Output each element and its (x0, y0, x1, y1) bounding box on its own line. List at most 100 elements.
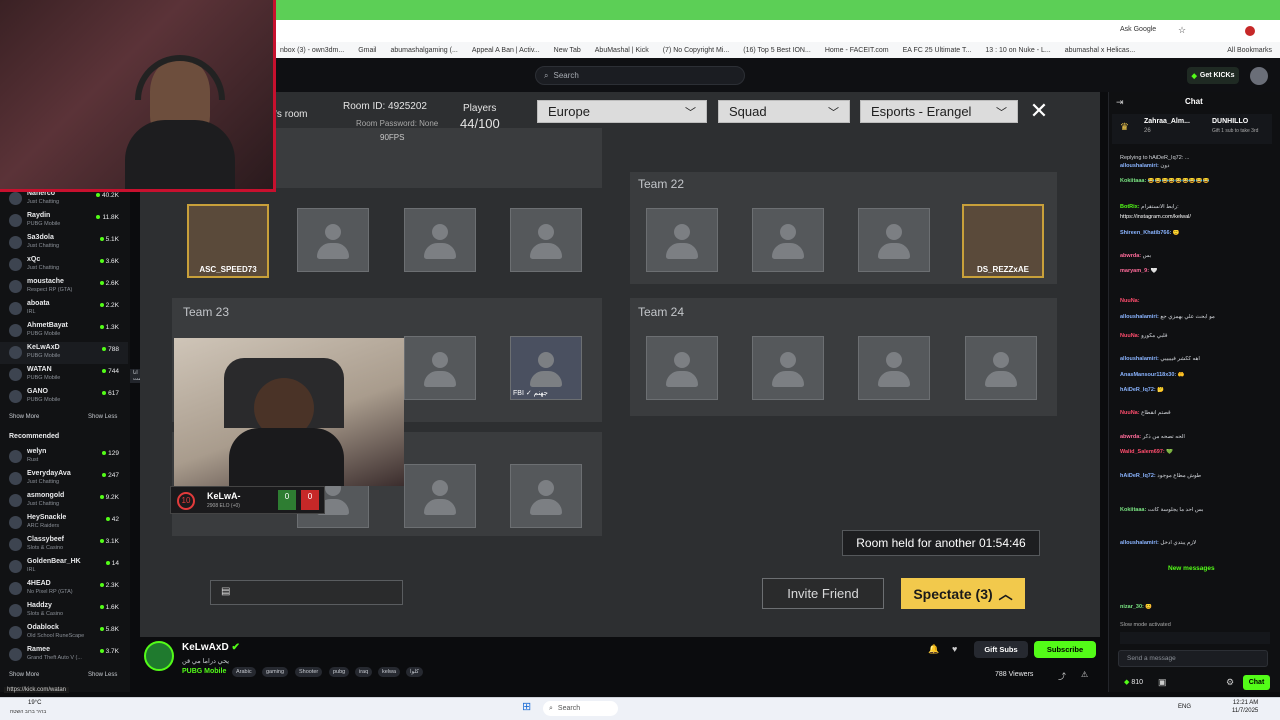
bookmark-item[interactable]: abumashalgaming (... (390, 47, 457, 54)
player-slot[interactable]: FBI ✓ جهنم (510, 336, 582, 400)
bookmark-item[interactable]: abumashal x Helicas... (1065, 47, 1135, 54)
tag[interactable]: Arabic (232, 667, 256, 677)
show-less-link[interactable]: Show Less (88, 672, 117, 678)
invite-friend-button[interactable]: Invite Friend (762, 578, 884, 609)
collapse-chat-icon[interactable]: ⇥ (1116, 97, 1124, 108)
sidebar-channel[interactable]: 4HEAD No Pixel RP (GTA) 2.3K (0, 578, 128, 600)
stream-category[interactable]: PUBG Mobile (182, 668, 226, 675)
empty-slot[interactable] (404, 336, 476, 400)
channel-points[interactable]: ◆ 810 (1124, 678, 1143, 686)
empty-slot[interactable] (510, 464, 582, 528)
star-icon[interactable]: ☆ (1178, 25, 1186, 36)
language-indicator[interactable]: ENG (1178, 704, 1191, 710)
sidebar-channel[interactable]: Ramee Grand Theft Auto V (... 3.7K (0, 644, 128, 666)
windows-start-icon[interactable]: ⊞ (522, 700, 531, 713)
sidebar-channel[interactable]: AhmetBayat PUBG Mobile 1.3K (0, 320, 128, 342)
bookmark-item[interactable]: 13 : 10 on Nuke - L... (985, 47, 1050, 54)
close-icon[interactable]: ✕ (1027, 100, 1051, 124)
bookmark-item[interactable]: Appeal A Ban | Activ... (472, 47, 540, 54)
emote-bar[interactable] (1120, 632, 1270, 644)
share-icon[interactable]: ⤴ (1058, 671, 1066, 682)
bookmark-item[interactable]: nbox (3) - own3dm... (280, 47, 344, 54)
bookmark-item[interactable]: New Tab (554, 47, 581, 54)
empty-slot[interactable] (752, 336, 824, 400)
player-slot[interactable]: DS_REZZxAE (962, 204, 1044, 278)
subscribe-button[interactable]: Subscribe (1034, 641, 1096, 658)
tag[interactable]: iraq (355, 667, 373, 677)
region-dropdown[interactable]: Europe ﹀ (537, 100, 707, 123)
sidebar-channel[interactable]: Sa3dola Just Chatting 5.1K (0, 232, 128, 254)
empty-slot[interactable] (404, 208, 476, 272)
heart-icon[interactable]: ♥ (952, 644, 957, 654)
user-avatar[interactable] (1250, 67, 1268, 85)
bookmark-item[interactable]: AbuMashal | Kick (595, 47, 649, 54)
spectate-button[interactable]: Spectate (3) ︿ (901, 578, 1025, 609)
empty-slot[interactable] (297, 208, 369, 272)
chat-message: BotRix: رابط الانستقرام: (1120, 204, 1179, 210)
gift-icon[interactable]: ▣ (1158, 677, 1167, 688)
sidebar-channel-active[interactable]: KeLwAxD PUBG Mobile 788 (0, 342, 128, 364)
profile-avatar[interactable] (1245, 26, 1255, 36)
get-kicks-button[interactable]: ◆ Get KICKs (1187, 67, 1239, 84)
chat-send-button[interactable]: Chat (1243, 675, 1270, 690)
bookmark-item[interactable]: EA FC 25 Ultimate T... (903, 47, 972, 54)
bookmark-item[interactable]: (16) Top 5 Best ION... (743, 47, 811, 54)
sidebar-channel[interactable]: Haddzy Slots & Casino 1.6K (0, 600, 128, 622)
sidebar-channel[interactable]: WATAN PUBG Mobile 744 (0, 364, 128, 386)
sidebar-channel[interactable]: asmongold Just Chatting 9.2K (0, 490, 128, 512)
tag[interactable]: كلوا (406, 667, 423, 677)
bookmark-item[interactable]: Home - FACEIT.com (825, 47, 889, 54)
sidebar-channel[interactable]: Classybeef Slots & Casino 3.1K (0, 534, 128, 556)
empty-slot[interactable] (404, 464, 476, 528)
bookmark-item[interactable]: Gmail (358, 47, 376, 54)
bookmark-item[interactable]: (7) No Copyright Mi... (663, 47, 730, 54)
ask-google-button[interactable]: Ask Google (1120, 26, 1156, 33)
taskbar-search[interactable]: ⌕ Search (543, 701, 618, 716)
empty-slot[interactable] (752, 208, 824, 272)
player-slot[interactable]: ASC_SPEED73 (187, 204, 269, 278)
chat-message: abwrda: بس (1120, 253, 1152, 259)
chat-link[interactable]: https://instagram.com/kelwal/ (1120, 214, 1270, 221)
empty-slot[interactable] (858, 336, 930, 400)
game-chat-input[interactable]: ▤ (210, 580, 403, 605)
sidebar-channel[interactable]: Odablock Old School RuneScape 5.8K (0, 622, 128, 644)
gift-subs-button[interactable]: Gift Subs (974, 641, 1028, 658)
tag[interactable]: pubg (329, 667, 350, 677)
sidebar-channel[interactable]: GANO PUBG Mobile 617 (0, 386, 128, 408)
report-icon[interactable]: ⚠ (1081, 670, 1088, 679)
tag[interactable]: kelwa (378, 667, 401, 677)
chat-message-input[interactable]: Send a message (1118, 650, 1268, 667)
empty-slot[interactable] (858, 208, 930, 272)
search-input[interactable]: ⌕ Search (535, 66, 745, 85)
show-more-link[interactable]: Show More (9, 672, 39, 678)
sidebar-channel[interactable]: HeySnackle ARC Raiders 42 (0, 512, 128, 534)
empty-slot[interactable] (965, 336, 1037, 400)
sidebar-channel[interactable]: EverydayAva Just Chatting 247 (0, 468, 128, 490)
tag[interactable]: Shooter (295, 667, 323, 677)
channel-avatar[interactable] (144, 641, 174, 671)
show-less-link[interactable]: Show Less (88, 414, 117, 420)
bell-icon[interactable]: 🔔 (928, 644, 939, 655)
weather-temp[interactable]: 19°C (28, 700, 41, 706)
mode-dropdown[interactable]: Squad ﹀ (718, 100, 850, 123)
empty-slot[interactable] (510, 208, 582, 272)
sidebar-channel[interactable]: aboata IRL 2.2K (0, 298, 128, 320)
avatar (9, 648, 22, 661)
all-bookmarks[interactable]: All Bookmarks (1227, 47, 1280, 54)
sidebar-channel[interactable]: Raydin PUBG Mobile 11.8K (0, 210, 128, 232)
sidebar-channel[interactable]: GoldenBear_HK IRL 14 (0, 556, 128, 578)
channel-name[interactable]: KeLwAxD ✔ (182, 642, 240, 653)
sidebar-channel[interactable]: xQc Just Chatting 3.6K (0, 254, 128, 276)
gear-icon[interactable]: ⚙ (1226, 677, 1234, 688)
empty-slot[interactable] (646, 208, 718, 272)
clock[interactable]: 12:21 AM 11/7/2025 (1232, 699, 1258, 715)
sidebar-channel[interactable]: welyn Rust 129 (0, 446, 128, 468)
new-messages-indicator[interactable]: New messages (1168, 565, 1215, 572)
show-more-link[interactable]: Show More (9, 414, 39, 420)
tag[interactable]: gaming (262, 667, 289, 677)
map-dropdown[interactable]: Esports - Erangel ﹀ (860, 100, 1018, 123)
recommended-heading: Recommended (9, 433, 60, 440)
empty-slot[interactable] (646, 336, 718, 400)
channel-category: Old School RuneScape (27, 633, 85, 639)
sidebar-channel[interactable]: moustache Respect RP (GTA) 2.6K (0, 276, 128, 298)
